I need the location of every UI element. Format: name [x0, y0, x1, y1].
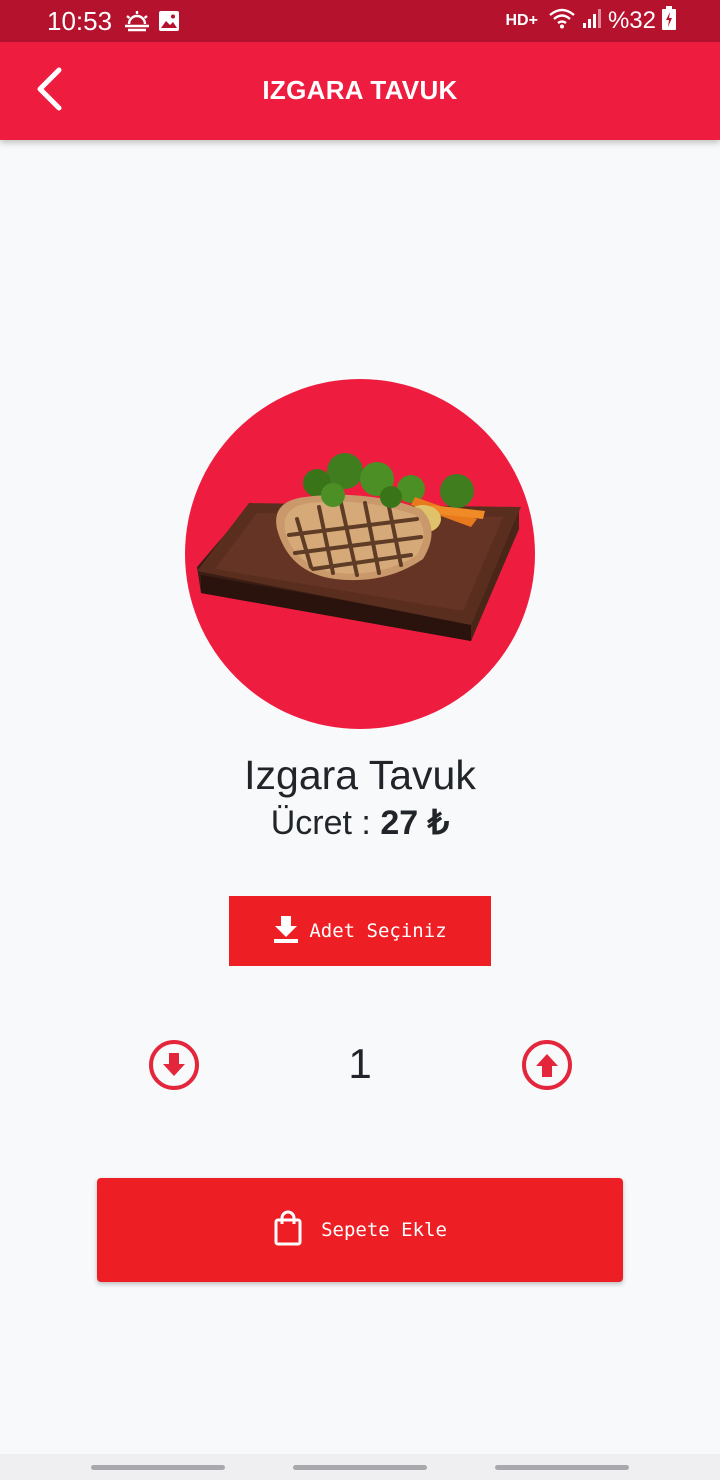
weather-icon — [124, 10, 150, 37]
add-to-cart-label: Sepete Ekle — [321, 1219, 447, 1241]
arrow-down-circle-icon — [148, 1040, 200, 1095]
product-image — [185, 379, 535, 729]
status-right-group: HD+ %32 — [505, 5, 676, 37]
image-icon — [158, 10, 180, 37]
wifi-icon — [548, 7, 576, 36]
quantity-value: 1 — [348, 1040, 372, 1087]
app-bar: IZGARA TAVUK — [0, 42, 720, 140]
product-name: Izgara Tavuk — [244, 752, 476, 798]
select-quantity-button[interactable]: Adet Seçiniz — [229, 896, 491, 966]
select-quantity-label: Adet Seçiniz — [309, 920, 447, 942]
system-nav-bar — [0, 1454, 720, 1480]
status-bar: 10:53 HD+ %32 — [0, 0, 720, 42]
battery-charging-icon — [662, 5, 676, 37]
price-label: Ücret : — [270, 804, 381, 842]
increase-quantity-button[interactable] — [521, 1039, 573, 1091]
network-type: HD+ — [505, 12, 538, 29]
decrease-quantity-button[interactable] — [148, 1039, 200, 1091]
product-price: Ücret : 27 ₺ — [0, 803, 720, 843]
signal-icon — [582, 7, 602, 36]
download-icon — [273, 914, 299, 949]
add-to-cart-button[interactable]: Sepete Ekle — [97, 1178, 623, 1282]
nav-home-handle[interactable] — [293, 1465, 427, 1470]
nav-recent-handle[interactable] — [91, 1465, 225, 1470]
nav-back-handle[interactable] — [495, 1465, 629, 1470]
battery-text: %32 — [607, 7, 656, 34]
arrow-up-circle-icon — [521, 1040, 573, 1095]
grilled-chicken-illustration — [197, 453, 521, 641]
status-time: 10:53 — [47, 6, 113, 36]
page-title: IZGARA TAVUK — [262, 75, 458, 105]
shopping-bag-icon — [273, 1210, 303, 1251]
price-value: 27 ₺ — [380, 804, 450, 842]
